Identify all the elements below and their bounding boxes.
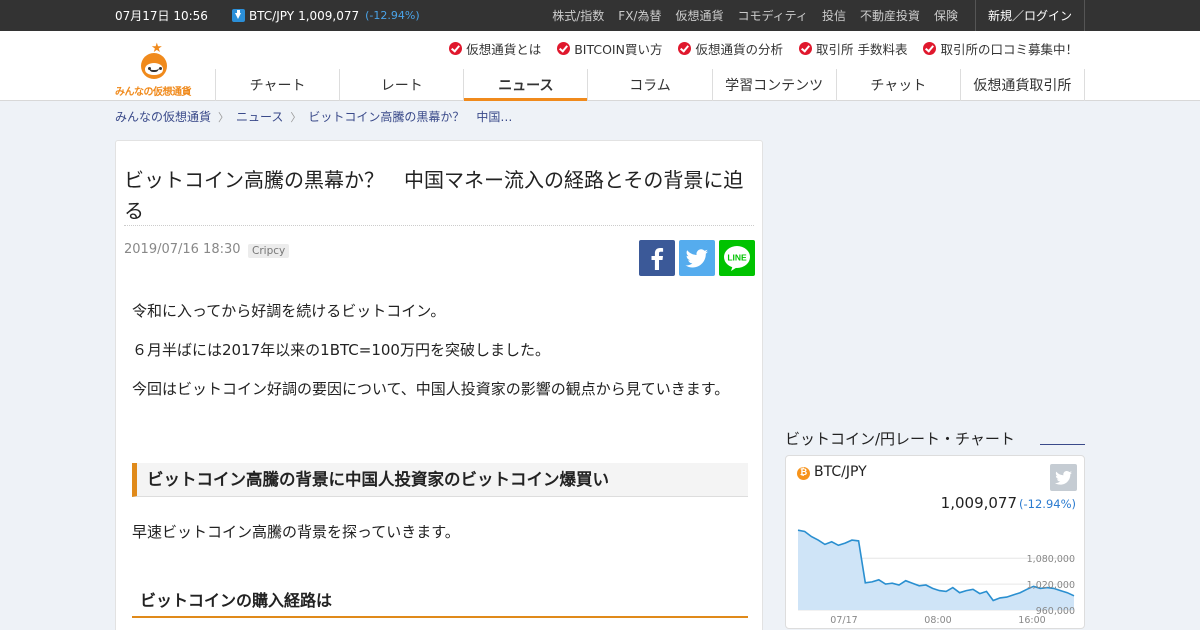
check-icon: [678, 42, 692, 55]
top-link-stocks[interactable]: 株式/指数: [552, 7, 604, 24]
tab-exchanges[interactable]: 仮想通貨取引所: [959, 69, 1085, 101]
sub-links: 仮想通貨とは BITCOIN買い方 仮想通貨の分析 取引所 手数料表 取引所の口…: [433, 39, 1078, 58]
top-link-funds[interactable]: 投信: [822, 7, 846, 24]
tab-chart[interactable]: チャート: [215, 69, 339, 101]
paragraph: 今回はビットコイン好調の要因について、中国人投資家の影響の観点から見ていきます。: [132, 380, 730, 398]
top-bar: 07月17日 10:56 BTC/JPY 1,009,077 (-12.94%)…: [0, 0, 1200, 31]
twitter-share-button[interactable]: [679, 240, 715, 276]
check-icon: [557, 42, 571, 55]
down-arrow-icon: [231, 9, 245, 22]
main-nav: チャート レート ニュース コラム 学習コンテンツ チャット 仮想通貨取引所: [215, 69, 1085, 101]
y-tick-label: 1,080,000: [1027, 554, 1075, 565]
article-title: ビットコイン高騰の黒幕か？ 中国マネー流入の経路とその背景に迫る: [124, 168, 744, 223]
logo-text: みんなの仮想通貨: [115, 87, 192, 98]
facebook-share-button[interactable]: [639, 240, 675, 276]
top-link-fx[interactable]: FX/為替: [618, 7, 661, 24]
site-logo[interactable]: ★ みんなの仮想通貨: [115, 41, 197, 98]
top-link-commodity[interactable]: コモディティ: [737, 7, 807, 24]
line-icon: LINE: [724, 246, 750, 271]
y-tick-label: 1,020,000: [1027, 580, 1075, 591]
top-link-realestate[interactable]: 不動産投資: [860, 7, 920, 24]
breadcrumb: みんなの仮想通貨 〉 ニュース 〉 ビットコイン高騰の黒幕か？ 中国…: [115, 108, 512, 125]
widget-change: (-12.94%): [1019, 497, 1076, 511]
svg-text:LINE: LINE: [727, 253, 747, 263]
sublink-what-is-crypto[interactable]: 仮想通貨とは: [449, 39, 541, 58]
site-header: ★ みんなの仮想通貨 仮想通貨とは BITCOIN買い方 仮想通貨の分析 取引所…: [0, 31, 1200, 101]
subsection-heading: ビットコインの購入経路は: [132, 587, 748, 618]
tab-rate[interactable]: レート: [339, 69, 463, 101]
check-icon: [449, 42, 463, 55]
widget-pair[interactable]: BTC/JPY: [814, 464, 867, 480]
top-link-crypto[interactable]: 仮想通貨: [675, 7, 723, 24]
twitter-icon: [1055, 470, 1072, 485]
breadcrumb-current: ビットコイン高騰の黒幕か？ 中国…: [308, 110, 513, 124]
x-tick-label: 07/17: [830, 615, 857, 626]
facebook-icon: [651, 248, 664, 270]
ticker-pair[interactable]: BTC/JPY: [249, 9, 294, 23]
x-tick-label: 16:00: [1018, 615, 1045, 626]
paragraph: 早速ビットコイン高騰の背景を探っていきます。: [132, 523, 460, 541]
login-button[interactable]: 新規／ログイン: [974, 0, 1085, 31]
price-area: [798, 530, 1074, 610]
breadcrumb-home[interactable]: みんなの仮想通貨: [115, 108, 211, 125]
widget-price: 1,009,077 (-12.94%): [940, 494, 1076, 512]
price-chart[interactable]: 1,080,000 1,020,000 960,000 07/17 08:00 …: [786, 520, 1084, 626]
source-tag[interactable]: Cripcy: [248, 244, 290, 258]
sublink-how-to-buy[interactable]: BITCOIN買い方: [557, 39, 662, 58]
bitcoin-icon: ₿: [797, 467, 810, 480]
tab-news[interactable]: ニュース: [463, 69, 588, 101]
paragraph: ６月半ばには2017年以来の1BTC=100万円を突破しました。: [132, 341, 550, 359]
breadcrumb-news[interactable]: ニュース: [236, 108, 283, 125]
sublink-reviews[interactable]: 取引所の口コミ募集中！: [923, 39, 1078, 58]
tab-chat[interactable]: チャット: [835, 69, 960, 101]
twitter-icon: [685, 249, 708, 268]
widget-title: ビットコイン/円レート・チャート: [785, 430, 1015, 448]
top-links: 株式/指数 FX/為替 仮想通貨 コモディティ 投信 不動産投資 保険 新規／ロ…: [538, 0, 1085, 31]
paragraph: 令和に入ってから好調を続けるビットコイン。: [132, 302, 446, 320]
section-heading: ビットコイン高騰の背景に中国人投資家のビットコイン爆買い: [132, 463, 748, 497]
twitter-share-button[interactable]: [1050, 464, 1077, 491]
check-icon: [923, 42, 937, 55]
tab-learning[interactable]: 学習コンテンツ: [711, 69, 836, 101]
ticker-price: 1,009,077: [298, 8, 360, 23]
article-date: 2019/07/16 18:30: [124, 242, 241, 257]
tab-column[interactable]: コラム: [587, 69, 711, 101]
article-card: ビットコイン高騰の黒幕か？ 中国マネー流入の経路とその背景に迫る 2019/07…: [115, 140, 763, 630]
chevron-right-icon: 〉: [218, 110, 230, 124]
sublink-analysis[interactable]: 仮想通貨の分析: [678, 39, 783, 58]
sublink-fees[interactable]: 取引所 手数料表: [799, 39, 907, 58]
top-link-insurance[interactable]: 保険: [934, 7, 958, 24]
divider: [124, 225, 754, 226]
x-tick-label: 08:00: [924, 615, 951, 626]
check-icon: [799, 42, 812, 55]
ticker-change: (-12.94%): [365, 9, 420, 22]
datetime: 07月17日 10:56: [115, 9, 208, 23]
chevron-right-icon: 〉: [290, 110, 302, 124]
divider: [1040, 444, 1085, 445]
rate-chart-widget: ₿ BTC/JPY 1,009,077 (-12.94%) 1,080,000 1…: [785, 455, 1085, 629]
line-share-button[interactable]: LINE: [719, 240, 755, 276]
mascot-icon: [141, 53, 167, 79]
